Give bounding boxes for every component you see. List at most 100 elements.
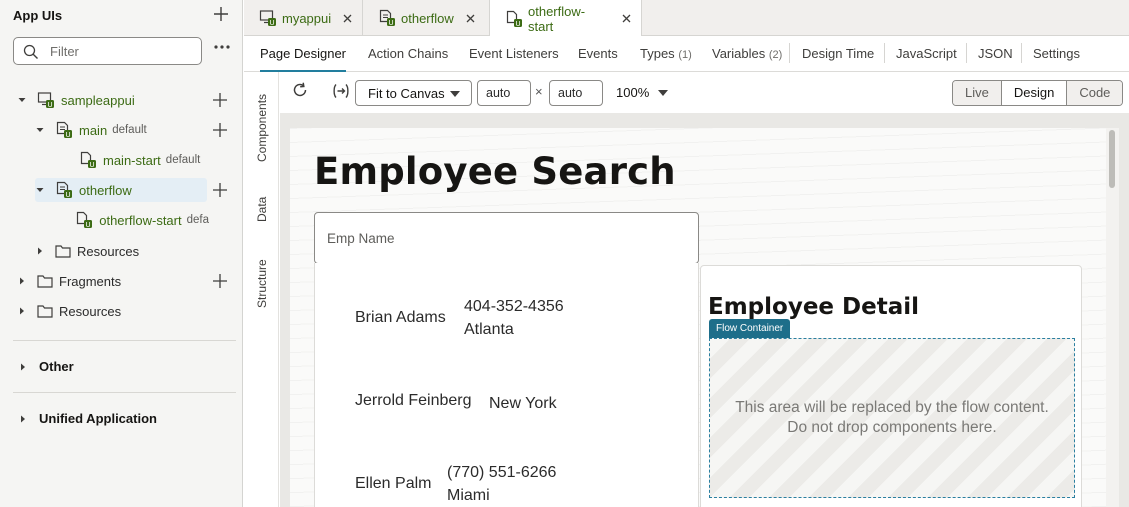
page-icon: U [79, 151, 97, 169]
search-icon [23, 44, 39, 60]
designer-tab-bar: Page Designer Action Chains Event Listen… [244, 36, 1129, 72]
page-icon: U [75, 211, 93, 229]
add-fragment-button[interactable] [213, 274, 227, 288]
canvas-width-input[interactable]: auto [477, 80, 531, 106]
canvas-height-input[interactable]: auto [549, 80, 603, 106]
chevron-right-icon[interactable] [17, 306, 27, 316]
close-icon[interactable] [622, 14, 631, 23]
section-label: Unified Application [39, 411, 157, 426]
tree-label: main [79, 122, 108, 138]
add-button[interactable] [213, 123, 227, 137]
svg-text:U: U [47, 101, 52, 109]
tab-label: otherflow [401, 10, 454, 26]
page-canvas[interactable]: Employee Search Emp Name Brian Adams 404… [290, 128, 1106, 507]
tree-item-otherflow[interactable]: U otherflow [35, 178, 207, 202]
app-ui-icon: U [37, 91, 55, 109]
file-tab-bar: U myappui U otherflow U otherflow-start [244, 0, 1129, 37]
mode-code-button[interactable]: Code [1066, 81, 1123, 105]
tab-label: myappui [282, 10, 332, 26]
tab-label: otherflow-start [528, 3, 586, 34]
app-uis-panel: App UIs U sampleappui U main default [0, 0, 243, 507]
filter-input[interactable] [50, 43, 190, 59]
tab-event-listeners[interactable]: Event Listeners [469, 36, 559, 72]
filter-field[interactable] [13, 37, 202, 65]
svg-text:U: U [65, 131, 70, 139]
svg-text:U: U [89, 161, 94, 169]
file-tab-myappui[interactable]: U myappui [244, 0, 363, 36]
tree-item-otherflow-start[interactable]: U otherflow-start defa [59, 208, 209, 232]
chevron-down-icon[interactable] [35, 185, 45, 195]
tab-variables[interactable]: Variables (2) [712, 36, 782, 72]
section-unified-application[interactable]: Unified Application [19, 411, 157, 426]
vtab-data[interactable]: Data [255, 197, 269, 222]
employee-detail-panel[interactable]: Employee Detail Flow Container This area… [700, 265, 1082, 507]
chevron-right-icon[interactable] [17, 276, 27, 286]
caret-down-icon [450, 91, 460, 97]
tree-label: Resources [77, 243, 140, 259]
vtab-structure[interactable]: Structure [255, 259, 269, 308]
section-other[interactable]: Other [19, 359, 74, 374]
tree-item-main[interactable]: U main default [35, 118, 147, 142]
tree-item-sampleappui[interactable]: U sampleappui [17, 88, 135, 112]
flow-placeholder-text: Do not drop components here. [787, 419, 997, 436]
tab-page-designer[interactable]: Page Designer [260, 36, 346, 72]
tree-item-resources-inner[interactable]: Resources [35, 239, 139, 263]
close-icon[interactable] [466, 14, 475, 23]
tab-settings[interactable]: Settings [1033, 36, 1080, 72]
file-tab-otherflow[interactable]: U otherflow [363, 0, 490, 36]
flow-container-badge[interactable]: Flow Container [709, 319, 791, 338]
chevron-right-icon [21, 415, 25, 422]
tab-types[interactable]: Types (1) [640, 36, 692, 72]
page-title[interactable]: Employee Search [314, 150, 676, 193]
chevron-down-icon[interactable] [35, 125, 45, 135]
more-options-button[interactable] [213, 44, 231, 50]
tab-javascript[interactable]: JavaScript [896, 36, 957, 72]
folder-icon [37, 304, 53, 318]
tree-item-main-start[interactable]: U main-start default [59, 148, 200, 172]
add-button[interactable] [213, 93, 227, 107]
tab-design-time[interactable]: Design Time [802, 36, 874, 72]
mode-live-button[interactable]: Live [953, 81, 1001, 105]
tree-item-fragments[interactable]: Fragments [17, 269, 121, 293]
vtab-components[interactable]: Components [255, 94, 269, 162]
times-label: × [535, 84, 543, 99]
canvas-scrollbar[interactable] [1106, 128, 1119, 507]
tab-action-chains[interactable]: Action Chains [368, 36, 448, 72]
fit-to-canvas-select[interactable]: Fit to Canvas [355, 80, 472, 106]
tree-item-resources[interactable]: Resources [17, 299, 121, 323]
refresh-button[interactable] [292, 82, 308, 98]
tree-label: otherflow [79, 182, 132, 198]
flow-container[interactable]: This area will be replaced by the flow c… [709, 338, 1075, 498]
variables-toggle-button[interactable] [332, 83, 350, 99]
scrollbar-thumb[interactable] [1109, 130, 1115, 188]
zoom-select[interactable]: 100% [616, 85, 649, 100]
svg-text:U: U [515, 19, 520, 27]
flow-icon: U [378, 9, 396, 27]
close-icon[interactable] [343, 14, 352, 23]
add-app-ui-button[interactable] [213, 6, 229, 22]
emp-name-input[interactable]: Emp Name [314, 212, 699, 264]
employee-list[interactable]: Brian Adams 404-352-4356 Atlanta Jerrold… [314, 263, 699, 507]
tab-label: Variables [712, 46, 766, 61]
panel-title: App UIs [13, 8, 63, 23]
svg-text:U: U [86, 221, 91, 229]
file-tab-otherflow-start[interactable]: U otherflow-start [490, 0, 642, 37]
page-icon: U [505, 10, 523, 28]
svg-text:U: U [269, 19, 274, 27]
employee-phone: (770) 551-6266 [447, 464, 557, 481]
tab-json[interactable]: JSON [978, 36, 1013, 72]
view-mode-toggle: Live Design Code [952, 80, 1124, 106]
folder-icon [37, 274, 53, 288]
tab-divider [789, 43, 790, 63]
plus-icon [213, 93, 227, 107]
chevron-right-icon[interactable] [35, 246, 45, 256]
chevron-down-icon[interactable] [17, 95, 27, 105]
mode-design-button[interactable]: Design [1000, 81, 1067, 105]
plus-icon [213, 183, 227, 197]
employee-name: Jerrold Feinberg [355, 392, 472, 409]
caret-down-icon[interactable] [658, 90, 668, 96]
add-button[interactable] [213, 183, 227, 197]
tab-events[interactable]: Events [578, 36, 618, 72]
tab-divider [1021, 43, 1022, 63]
ellipsis-icon [214, 45, 230, 49]
